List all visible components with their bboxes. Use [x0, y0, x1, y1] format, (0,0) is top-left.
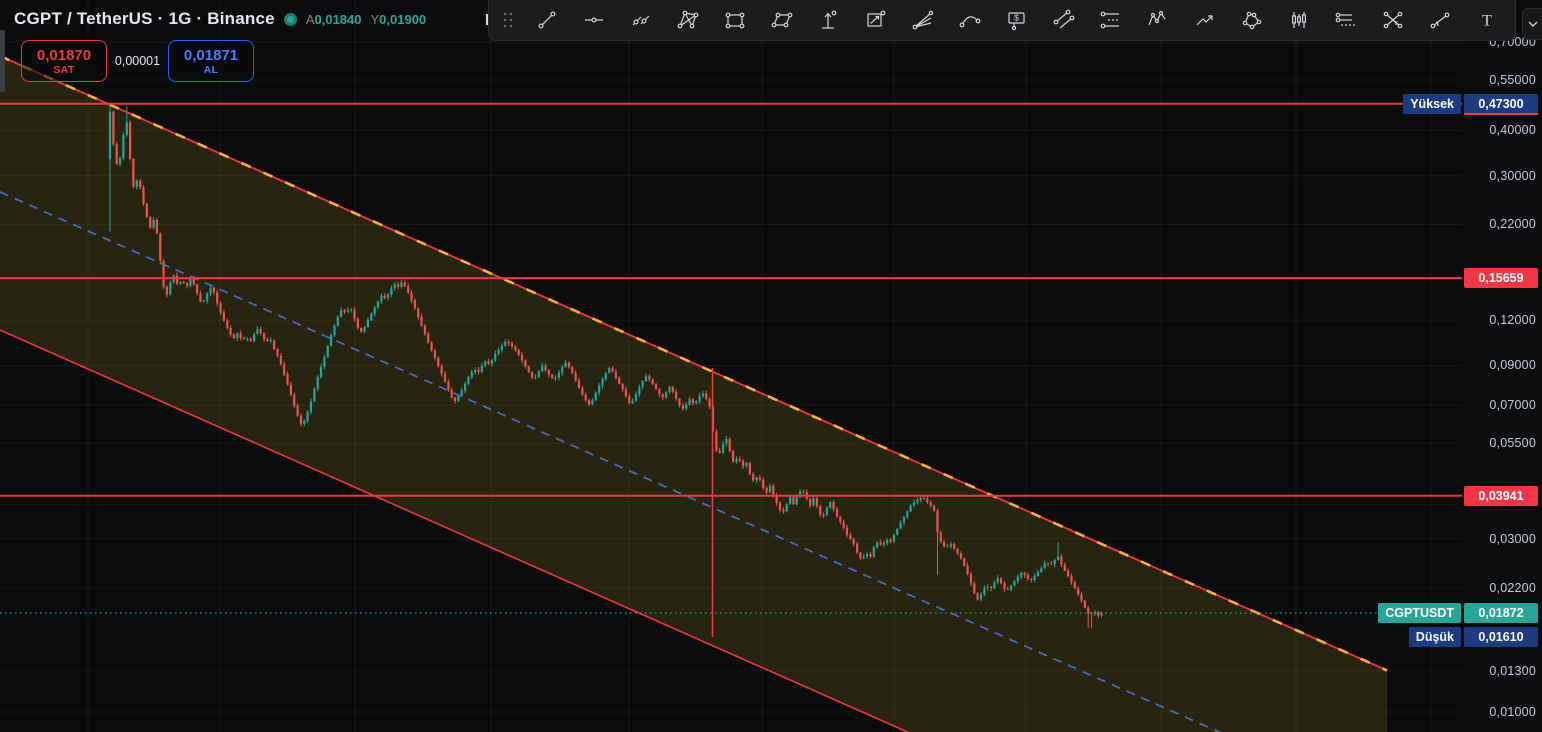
fib-channel-icon[interactable]: [1322, 1, 1369, 39]
badge-underline: [1464, 112, 1538, 115]
spread-value: 0,00001: [114, 54, 161, 68]
separator: ·: [196, 9, 203, 28]
curve-icon[interactable]: [946, 1, 993, 39]
vertical-range-icon[interactable]: [805, 1, 852, 39]
abcd-pattern-icon[interactable]: c: [1369, 1, 1416, 39]
axis-tick: 0,12000: [1489, 313, 1536, 328]
axis-tick: 0,40000: [1489, 123, 1536, 138]
elliott-wave-icon[interactable]: [1134, 1, 1181, 39]
axis-price-badge-high: 0,47300: [1464, 93, 1538, 114]
data-ok-circle-icon[interactable]: [283, 12, 297, 26]
buy-label: AL: [203, 63, 219, 76]
ask-prefix: A: [305, 11, 315, 27]
fib-retracement-icon[interactable]: [1087, 1, 1134, 39]
xabcd-pattern-icon[interactable]: [664, 1, 711, 39]
axis-price-badge-low: 0,01610: [1464, 626, 1538, 647]
axis-tick: 0,55000: [1489, 73, 1536, 87]
parallelogram-icon[interactable]: [758, 1, 805, 39]
axis-price-badge-resistance-1: 0,15659: [1464, 268, 1538, 289]
trend-arrow-icon[interactable]: [1181, 1, 1228, 39]
date-price-range-icon[interactable]: [852, 1, 899, 39]
axis-tick: 0,01000: [1489, 704, 1536, 719]
symbol-header: CGPT / TetherUS · 1G · Binance A0,01840 …: [14, 9, 426, 29]
price-axis[interactable]: 0,70000 0,55000 Yüksek 0,47300 0,40000 0,3000…: [0, 0, 1542, 732]
axis-tick: 0,30000: [1489, 168, 1536, 183]
bid-value: 0,01900: [379, 11, 427, 27]
axis-tick: 0,01300: [1489, 663, 1536, 678]
axis-tick: 0,09000: [1489, 358, 1536, 373]
axis-label-low: Düşük: [1408, 626, 1461, 647]
trend-angle-icon[interactable]: [1416, 1, 1463, 39]
buy-price: 0,01871: [183, 46, 239, 64]
sell-button[interactable]: 0,01870 SAT: [21, 40, 107, 82]
ask-value: 0,01840: [314, 11, 362, 27]
symbol-name: CGPT / TetherUS: [14, 9, 153, 28]
cross-line-icon[interactable]: [617, 1, 664, 39]
bars-pattern-icon[interactable]: [1275, 1, 1322, 39]
bid-quote: Y0,01900: [371, 12, 427, 27]
svg-text:T: T: [1482, 13, 1492, 30]
sell-label: SAT: [53, 63, 75, 76]
order-panel: 0,01870 SAT 0,00001 0,01871 AL: [21, 40, 254, 82]
ask-quote: A0,01840: [306, 12, 362, 27]
axis-label-high: Yüksek: [1403, 93, 1461, 114]
chart-window: 0,70000 0,55000 Yüksek 0,47300 0,40000 0,3000…: [0, 0, 1542, 732]
bid-prefix: Y: [370, 11, 380, 27]
axis-tick: 0,03000: [1489, 531, 1536, 546]
text-icon[interactable]: T: [1463, 1, 1510, 39]
exchange-label: Binance: [207, 9, 275, 28]
sell-price: 0,01870: [36, 46, 92, 64]
symbol-title[interactable]: CGPT / TetherUS · 1G · Binance: [14, 9, 275, 29]
axis-tick: 0,02200: [1489, 580, 1536, 595]
axis-tick: 0,05500: [1489, 436, 1536, 451]
axis-price-badge-last-price: 0,01872: [1464, 603, 1538, 624]
toolbar-icons: $ c T: [523, 1, 1510, 39]
parallel-channel-icon[interactable]: [1040, 1, 1087, 39]
clipped-text-fragment: [486, 14, 488, 25]
drawing-toolbar: $ c T: [488, 0, 1516, 41]
drag-dots-icon[interactable]: [497, 1, 519, 39]
trend-line-icon[interactable]: [523, 1, 570, 39]
svg-text:$: $: [1014, 13, 1019, 23]
axis-price-badge-resistance-2: 0,03941: [1464, 485, 1538, 506]
interval-label[interactable]: 1G: [168, 9, 191, 28]
axis-tick: 0,22000: [1489, 217, 1536, 232]
pattern-icon[interactable]: [1228, 1, 1275, 39]
rectangle-icon[interactable]: [711, 1, 758, 39]
svg-text:c: c: [1394, 20, 1398, 27]
axis-label-last-price: CGPTUSDT: [1378, 603, 1461, 624]
separator: ·: [157, 9, 164, 28]
fan-lines-icon[interactable]: [899, 1, 946, 39]
chevron-down-icon[interactable]: [1522, 8, 1542, 40]
price-label-icon[interactable]: $: [993, 1, 1040, 39]
left-panel-edge[interactable]: [0, 30, 5, 92]
horizontal-line-icon[interactable]: [570, 1, 617, 39]
buy-button[interactable]: 0,01871 AL: [168, 40, 254, 82]
axis-tick: 0,07000: [1489, 398, 1536, 413]
